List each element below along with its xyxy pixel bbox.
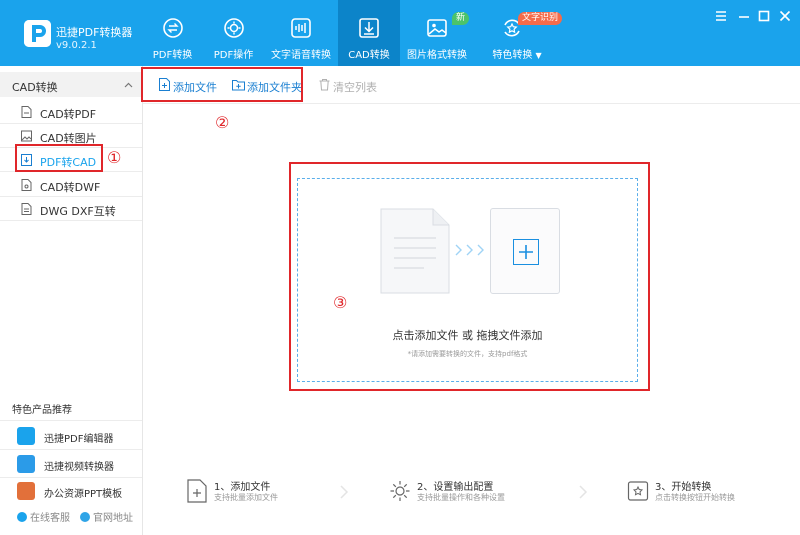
sidebar-section-header[interactable]: CAD转换 [0,72,142,97]
annotation-mark-2: ② [215,113,230,132]
divider [0,123,142,124]
sidebar-item-dwg-dxf[interactable]: DWG DXF互转 [0,198,142,220]
recommend-video-converter[interactable]: 迅捷视频转换器 [0,451,142,476]
step-title: 3、开始转换 [655,482,712,493]
image-icon [426,17,448,39]
gear-icon [389,479,411,503]
nav-label: 特色转换 ▼ [492,50,542,61]
nav-label: PDF操作 [213,50,254,61]
divider [0,196,142,197]
step-title: 2、设置输出配置 [417,482,494,493]
nav-label: PDF转换 [152,50,193,61]
nav-pdf-operate[interactable]: PDF操作 [203,0,264,66]
recommend-label: 办公资源PPT模板 [44,489,123,500]
nav-cad-convert[interactable]: CAD转换 [338,0,400,66]
clear-list-label: 清空列表 [333,81,377,94]
app-version: v9.0.2.1 [56,40,97,51]
convert-icon [627,479,649,503]
recommend-ppt-template[interactable]: 办公资源PPT模板 [0,478,142,503]
maximize-icon[interactable] [756,8,772,24]
file-icon [21,203,32,215]
app-logo [24,20,51,47]
image-file-icon [21,130,32,142]
globe-icon [80,512,90,522]
nav-label: 文字语音转换 [271,50,331,61]
divider [0,220,142,221]
file-icon [21,106,32,118]
divider [0,420,142,421]
nav-special-convert[interactable]: 特色转换 ▼ 文字识别 [474,0,564,66]
add-file-step-icon [186,479,208,503]
dropdown-arrow-icon[interactable]: ▼ [536,51,542,60]
ocr-badge: 文字识别 [518,12,563,25]
cad-download-icon [358,17,380,39]
headset-icon [17,512,27,522]
ppt-template-logo-icon [17,482,35,500]
nav-label: 图片格式转换 [407,50,467,61]
nav-text-speech[interactable]: 文字语音转换 [264,0,338,66]
app-name: 迅捷PDF转换器 [56,26,133,39]
nav-image-format[interactable]: 图片格式转换 新 [400,0,474,66]
menu-icon[interactable] [713,8,729,24]
chevron-up-icon [124,80,133,89]
sidebar: CAD转换 CAD转PDF CAD转图片 PDF转CAD CAD转DWF DWG… [0,66,143,535]
audio-wave-icon [290,17,312,39]
step-desc: 点击转换按钮开始转换 [655,493,735,502]
sidebar-item-cad-to-pdf[interactable]: CAD转PDF [0,101,142,123]
sidebar-section-title: CAD转换 [12,81,58,94]
step-desc: 支持批量操作和各种设置 [417,493,505,502]
step-title: 1、添加文件 [214,482,271,493]
annotation-box-3 [289,162,650,391]
divider [0,449,142,450]
main-nav: PDF转换 PDF操作 文字语音转换 CAD转换 图片格式转换 新 特色转换 ▼… [142,0,564,66]
nav-pdf-convert[interactable]: PDF转换 [142,0,203,66]
recommend-pdf-editor[interactable]: 迅捷PDF编辑器 [0,423,142,448]
chevron-right-icon [339,485,349,499]
annotation-box-1 [15,144,103,172]
trash-icon [318,78,331,91]
website-link[interactable]: 官网地址 [80,509,133,524]
title-bar: 迅捷PDF转换器 v9.0.2.1 PDF转换 PDF操作 文字语音转换 CAD… [0,0,800,66]
recommend-label: 迅捷PDF编辑器 [44,434,114,445]
recommend-title: 特色产品推荐 [12,405,72,416]
sidebar-item-label: DWG DXF互转 [40,205,116,218]
sidebar-item-label: CAD转PDF [40,108,97,121]
minimize-icon[interactable] [736,8,752,24]
recommend-label: 迅捷视频转换器 [44,462,114,473]
sidebar-item-cad-to-dwf[interactable]: CAD转DWF [0,174,142,196]
annotation-mark-3: ③ [333,293,348,312]
nav-label: CAD转换 [348,50,390,61]
annotation-mark-1: ① [107,148,122,167]
sidebar-item-label: CAD转DWF [40,181,101,194]
annotation-box-2 [141,67,303,102]
gear-circle-icon [223,17,245,39]
close-icon[interactable] [777,8,793,24]
swap-circle-icon [162,17,184,39]
chevron-right-icon [578,485,588,499]
step-desc: 支持批量添加文件 [214,493,278,502]
online-service-link[interactable]: 在线客服 [17,509,70,524]
new-badge: 新 [452,12,470,25]
video-converter-logo-icon [17,455,35,473]
pdf-editor-logo-icon [17,427,35,445]
file-icon [21,179,32,191]
